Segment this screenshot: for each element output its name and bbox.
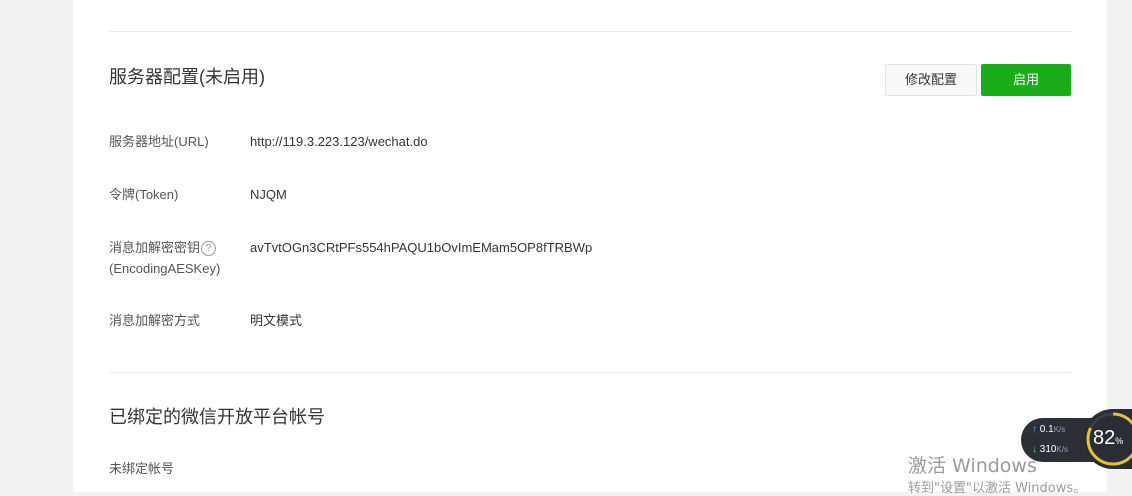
top-divider <box>109 31 1071 32</box>
aes-key-label: 消息加解密密钥? (EncodingAESKey) <box>109 237 220 279</box>
server-config-title: 服务器配置(未启用) <box>109 67 265 87</box>
download-speed: ↓ 310K/s <box>1032 444 1068 455</box>
server-url-label: 服务器地址(URL) <box>109 134 209 149</box>
token-label: 令牌(Token) <box>109 187 179 202</box>
gauge-percent-sign: % <box>1115 436 1124 446</box>
encryption-mode-value: 明文模式 <box>250 313 303 328</box>
arrow-up-icon: ↑ <box>1032 424 1037 435</box>
upload-unit: K/s <box>1053 425 1066 434</box>
bound-accounts-status: 未绑定帐号 <box>109 461 175 476</box>
server-url-value: http://119.3.223.123/wechat.do <box>250 134 428 149</box>
token-value: NJQM <box>250 187 287 202</box>
gauge-percent: 82% <box>1093 427 1123 450</box>
aes-key-label-line2: (EncodingAESKey) <box>109 261 221 276</box>
memory-gauge[interactable]: 82% <box>1083 409 1132 469</box>
arrow-down-icon: ↓ <box>1032 444 1037 455</box>
help-icon[interactable]: ? <box>201 241 217 257</box>
upload-value: 0.1 <box>1039 424 1054 435</box>
gauge-percent-value: 82 <box>1093 427 1116 449</box>
aes-key-label-line1: 消息加解密密钥 <box>109 240 201 255</box>
section-divider <box>109 372 1071 373</box>
enable-button[interactable]: 启用 <box>981 64 1071 96</box>
bound-accounts-title: 已绑定的微信开放平台帐号 <box>109 407 325 427</box>
download-unit: K/s <box>1056 445 1069 454</box>
activate-windows-title: 激活 Windows <box>908 455 1037 477</box>
encryption-mode-label: 消息加解密方式 <box>109 313 201 328</box>
activate-windows-subtitle: 转到"设置"以激活 Windows。 <box>908 481 1087 496</box>
settings-card: 服务器配置(未启用) 修改配置 启用 服务器地址(URL) http://119… <box>73 0 1107 492</box>
modify-config-button[interactable]: 修改配置 <box>885 64 977 96</box>
upload-speed: ↑ 0.1K/s <box>1032 424 1065 435</box>
download-value: 310 <box>1039 444 1057 455</box>
aes-key-value: avTvtOGn3CRtPFs554hPAQU1bOvImEMam5OP8fTR… <box>250 240 593 255</box>
